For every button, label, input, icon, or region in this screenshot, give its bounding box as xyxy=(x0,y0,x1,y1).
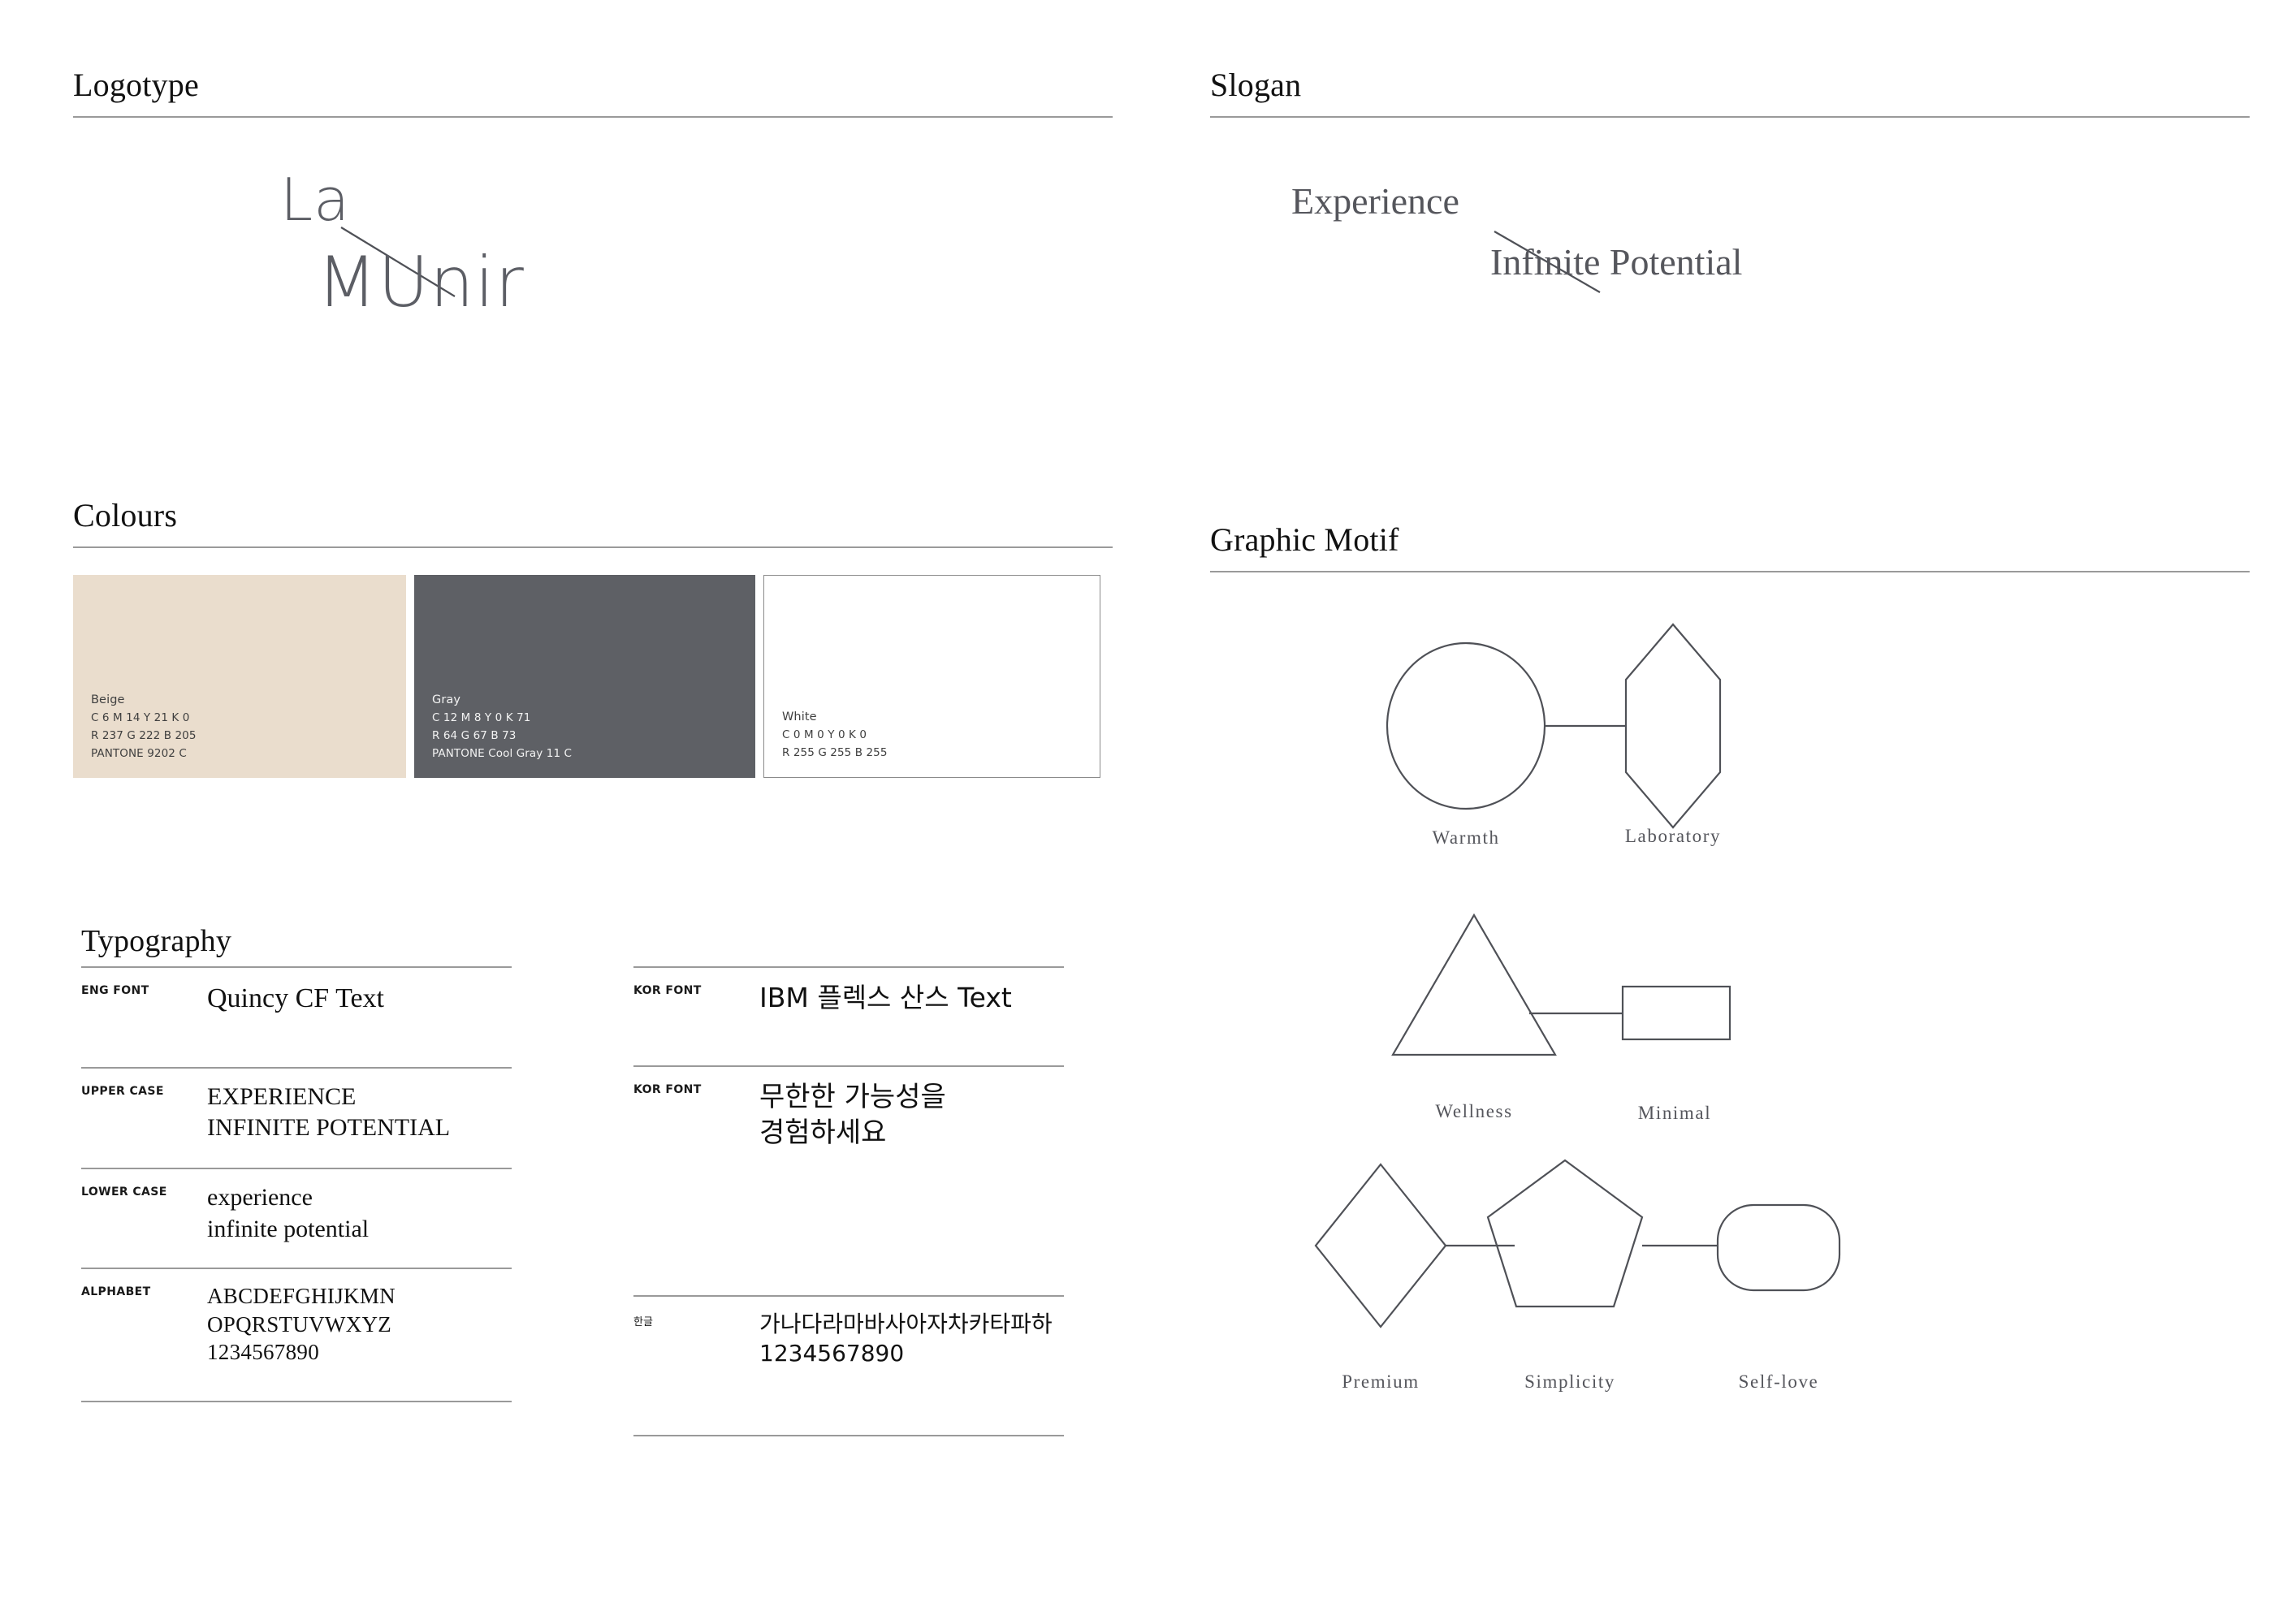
typography-row-eng-font: ENG FONT Quincy CF Text xyxy=(81,966,512,1067)
sample-line: 무한한 가능성을 xyxy=(759,1081,946,1114)
colour-rgb: R 237 G 222 B 205 xyxy=(91,729,197,743)
rectangle-shape xyxy=(1621,985,1731,1041)
triangle-shape xyxy=(1391,913,1557,1056)
slogan-section: Slogan Experience Infinite Potential xyxy=(1210,69,2250,378)
typography-row-lower-case: LOWER CASE experience infinite potential xyxy=(81,1168,512,1268)
colour-cmyk: C 6 M 14 Y 21 K 0 xyxy=(91,711,190,725)
typography-section: Typography ENG FONT Quincy CF Text UPPER… xyxy=(81,926,1105,1436)
typography-row-label: ALPHABET xyxy=(81,1285,151,1299)
typography-row-hangul: 한글 가나다라마바사아자차카타파하 1234567890 xyxy=(633,1295,1064,1436)
slogan-line-2: Infinite Potential xyxy=(1490,241,1743,283)
typography-row-sample: Quincy CF Text xyxy=(207,981,512,1017)
motif-label-laboratory: Laboratory xyxy=(1624,826,1722,846)
slogan-line-1: Experience xyxy=(1291,180,1459,222)
typography-row-sample: 무한한 가능성을 경험하세요 xyxy=(759,1080,1064,1151)
typography-row-label: ENG FONT xyxy=(81,984,149,997)
section-divider-slogan xyxy=(1210,116,2250,118)
typography-column-korean: KOR FONT IBM 플렉스 산스 Text KOR FONT 무한한 가능… xyxy=(633,966,1064,1436)
circle-shape xyxy=(1386,641,1546,810)
colour-swatch-info: Gray C 12 M 8 Y 0 K 71 R 64 G 67 B 73 PA… xyxy=(432,691,572,763)
typography-grid: ENG FONT Quincy CF Text UPPER CASE EXPER… xyxy=(81,966,1105,1436)
colour-swatch-white: White C 0 M 0 Y 0 K 0 R 255 G 255 B 255 xyxy=(763,575,1100,778)
sample-line: Quincy CF Text xyxy=(207,983,384,1013)
graphic-motif-section: Graphic Motif Warmth Laboratory Wellness… xyxy=(1210,524,2250,1453)
colour-name: White xyxy=(782,710,817,723)
section-divider-colours xyxy=(73,546,1113,548)
hexagon-shape xyxy=(1624,623,1722,829)
sample-line: 1234567890 xyxy=(207,1340,319,1365)
logotype-section: Logotype La MUnir xyxy=(73,69,1113,402)
rounded-rectangle-shape xyxy=(1716,1203,1841,1292)
slogan-artwork: Experience Infinite Potential xyxy=(1210,134,2250,378)
logotype-connector-line xyxy=(340,227,456,297)
colour-cmyk: C 12 M 8 Y 0 K 71 xyxy=(432,711,531,725)
colour-pantone: PANTONE Cool Gray 11 C xyxy=(432,747,573,761)
typography-row-alphabet: ALPHABET ABCDEFGHIJKMN OPQRSTUVWXYZ 1234… xyxy=(81,1268,512,1402)
typography-row-sample: experience infinite potential xyxy=(207,1182,512,1245)
diamond-shape xyxy=(1314,1163,1447,1328)
section-title-motif: Graphic Motif xyxy=(1210,521,1399,558)
section-divider-motif xyxy=(1210,571,2250,572)
section-title-typography: Typography xyxy=(81,924,232,958)
sample-line: OPQRSTUVWXYZ xyxy=(207,1311,392,1337)
colour-name: Beige xyxy=(91,693,125,706)
sample-line: infinite potential xyxy=(207,1215,370,1242)
logotype-word-bottom: MUnir xyxy=(317,242,525,323)
colour-swatch-gray: Gray C 12 M 8 Y 0 K 71 R 64 G 67 B 73 PA… xyxy=(414,575,755,778)
brand-guideline-page: Logotype La MUnir Slogan Experience Infi… xyxy=(0,0,2274,1624)
pentagon-shape xyxy=(1486,1159,1644,1308)
typography-row-label: KOR FONT xyxy=(633,1083,702,1097)
colour-rgb: R 255 G 255 B 255 xyxy=(782,746,888,760)
sample-line: 1234567890 xyxy=(759,1340,905,1367)
colour-swatch-info: White C 0 M 0 Y 0 K 0 R 255 G 255 B 255 xyxy=(782,708,888,762)
typography-row-kor-sentence: KOR FONT 무한한 가능성을 경험하세요 xyxy=(633,1065,1064,1295)
section-title-logotype: Logotype xyxy=(73,67,199,103)
typography-row-label: KOR FONT xyxy=(633,984,702,997)
motif-label-minimal: Minimal xyxy=(1637,1103,1712,1123)
section-divider-logotype xyxy=(73,116,1113,118)
sample-line: INFINITE POTENTIAL xyxy=(207,1113,451,1141)
typography-row-label: 한글 xyxy=(633,1316,653,1329)
section-title-colours: Colours xyxy=(73,497,178,533)
typography-row-sample: 가나다라마바사아자차카타파하 1234567890 xyxy=(759,1310,1064,1368)
colour-rgb: R 64 G 67 B 73 xyxy=(432,729,517,743)
colours-section: Colours Beige C 6 M 14 Y 21 K 0 R 237 G … xyxy=(73,499,1113,778)
logotype-word-top: La xyxy=(280,166,351,234)
sample-line: EXPERIENCE xyxy=(207,1082,357,1110)
typography-row-kor-font: KOR FONT IBM 플렉스 산스 Text xyxy=(633,966,1064,1065)
sample-line: ABCDEFGHIJKMN xyxy=(207,1284,396,1309)
motif-label-selflove: Self-love xyxy=(1738,1371,1819,1392)
sample-line: IBM 플렉스 산스 Text xyxy=(759,982,1012,1013)
colour-name: Gray xyxy=(432,693,461,706)
section-title-slogan: Slogan xyxy=(1210,67,1302,103)
motif-label-simplicity: Simplicity xyxy=(1524,1371,1615,1392)
colour-swatch-beige: Beige C 6 M 14 Y 21 K 0 R 237 G 222 B 20… xyxy=(73,575,406,778)
motif-label-premium: Premium xyxy=(1342,1371,1420,1392)
colour-swatch-row: Beige C 6 M 14 Y 21 K 0 R 237 G 222 B 20… xyxy=(73,575,1113,778)
colour-pantone: PANTONE 9202 C xyxy=(91,747,187,761)
sample-line: 가나다라마바사아자차카타파하 xyxy=(759,1311,1053,1338)
typography-row-sample: IBM 플렉스 산스 Text xyxy=(759,981,1064,1015)
typography-row-sample: ABCDEFGHIJKMN OPQRSTUVWXYZ 1234567890 xyxy=(207,1282,512,1367)
colour-swatch-info: Beige C 6 M 14 Y 21 K 0 R 237 G 222 B 20… xyxy=(91,691,197,763)
sample-line: 경험하세요 xyxy=(759,1116,887,1149)
motif-label-warmth: Warmth xyxy=(1432,827,1500,848)
typography-row-label: UPPER CASE xyxy=(81,1084,164,1098)
sample-line: experience xyxy=(207,1184,313,1212)
typography-row-sample: EXPERIENCE INFINITE POTENTIAL xyxy=(207,1082,512,1144)
typography-row-label: LOWER CASE xyxy=(81,1186,167,1199)
motif-shapes-svg xyxy=(1314,623,1841,1328)
motif-label-wellness: Wellness xyxy=(1435,1101,1513,1121)
typography-column-english: ENG FONT Quincy CF Text UPPER CASE EXPER… xyxy=(81,966,512,1436)
colour-cmyk: C 0 M 0 Y 0 K 0 xyxy=(782,728,867,742)
logotype-artwork: La MUnir xyxy=(73,134,1113,402)
motif-artwork: Warmth Laboratory Wellness Minimal Premi… xyxy=(1210,592,2250,1453)
typography-row-upper-case: UPPER CASE EXPERIENCE INFINITE POTENTIAL xyxy=(81,1066,512,1168)
